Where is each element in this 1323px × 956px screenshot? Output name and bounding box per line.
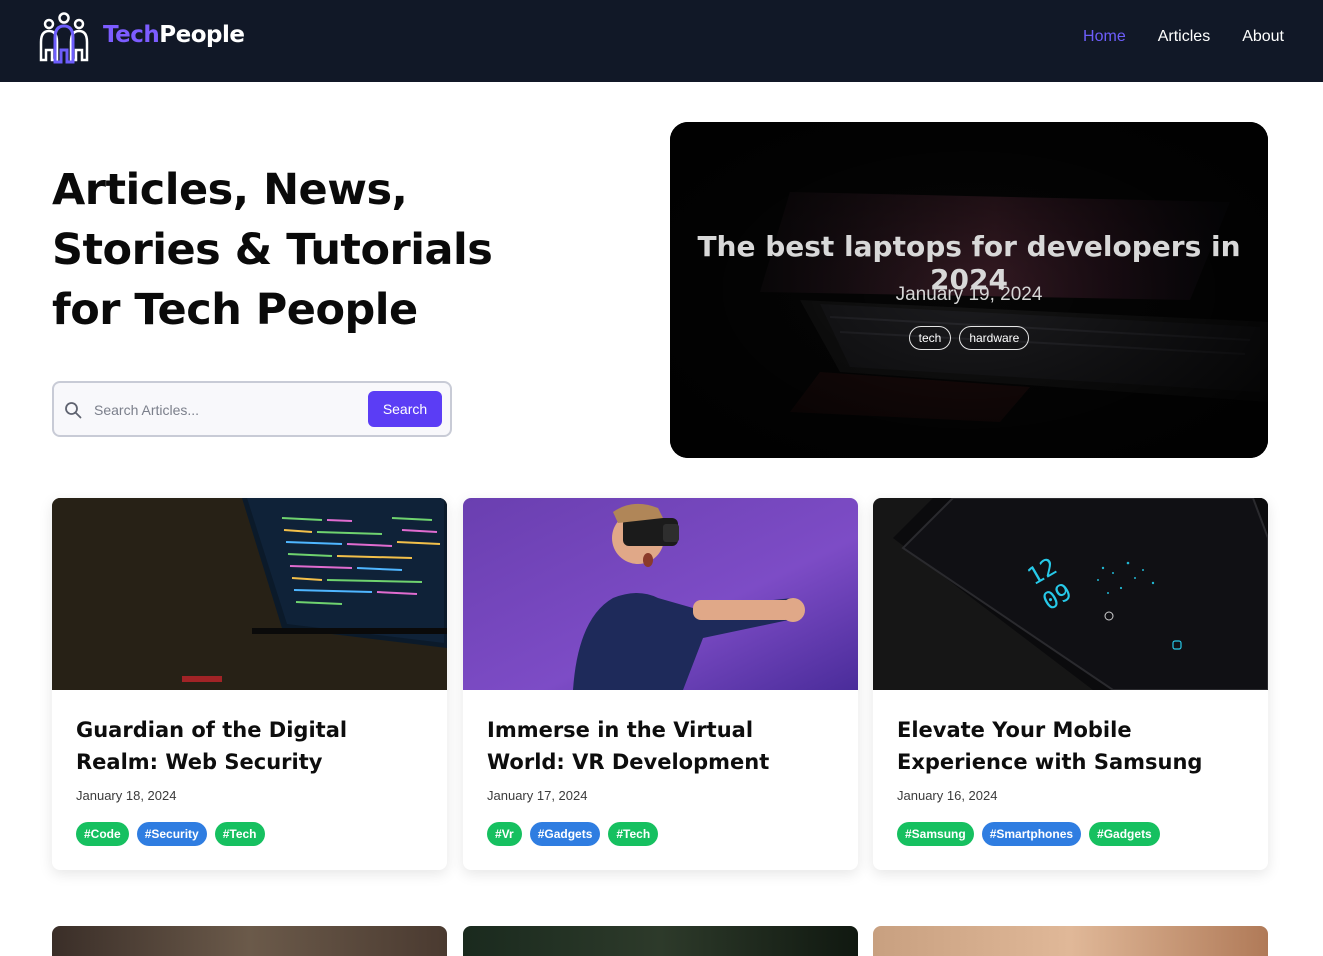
- brand-second: People: [159, 22, 245, 48]
- hero-title-line: Stories & Tutorials: [52, 225, 493, 275]
- featured-date: January 19, 2024: [895, 284, 1043, 305]
- nav-home[interactable]: Home: [1083, 28, 1126, 46]
- article-tag[interactable]: #Gadgets: [529, 822, 601, 846]
- article-date: January 18, 2024: [76, 788, 177, 803]
- article-title[interactable]: Guardian of the Digital Realm: Web Secur…: [76, 714, 426, 778]
- search-icon: [65, 402, 82, 419]
- article-card[interactable]: Guardian of the Digital Realm: Web Secur…: [52, 498, 447, 870]
- search-button[interactable]: Search: [368, 391, 442, 427]
- featured-article[interactable]: The best laptops for developers in 2024 …: [670, 122, 1268, 458]
- article-tag[interactable]: #Tech: [608, 822, 659, 846]
- nav-about[interactable]: About: [1242, 28, 1284, 46]
- search-bar: Search: [52, 381, 452, 437]
- article-image-phone: 12 09: [873, 498, 1268, 690]
- hero-title-line: for Tech People: [52, 285, 418, 335]
- logo-icon[interactable]: [38, 12, 90, 64]
- article-tag[interactable]: #Vr: [487, 822, 522, 846]
- article-card[interactable]: Immerse in the Virtual World: VR Develop…: [463, 498, 858, 870]
- article-image-code: [52, 498, 447, 690]
- article-tag[interactable]: #Smartphones: [981, 822, 1082, 846]
- nav-articles[interactable]: Articles: [1158, 28, 1210, 46]
- article-tags: #Vr #Gadgets #Tech: [487, 822, 659, 846]
- featured-tags: tech hardware: [670, 326, 1268, 350]
- featured-tag[interactable]: hardware: [959, 326, 1030, 350]
- article-tags: #Samsung #Smartphones #Gadgets: [897, 822, 1160, 846]
- article-title[interactable]: Elevate Your Mobile Experience with Sams…: [897, 714, 1247, 778]
- article-card-peek[interactable]: [873, 926, 1268, 956]
- article-tags: #Code #Security #Tech: [76, 822, 265, 846]
- brand-first: Tech: [103, 22, 160, 48]
- hero-title-line: Articles, News,: [52, 165, 408, 215]
- article-tag[interactable]: #Gadgets: [1089, 822, 1160, 846]
- article-tag[interactable]: #Code: [76, 822, 129, 846]
- featured-tag[interactable]: tech: [908, 326, 952, 350]
- top-navbar: TechPeople Home Articles About: [0, 0, 1323, 82]
- brand-name[interactable]: TechPeople: [103, 22, 245, 48]
- article-tag[interactable]: #Tech: [214, 822, 265, 846]
- article-tag[interactable]: #Security: [136, 822, 207, 846]
- article-date: January 16, 2024: [897, 788, 998, 803]
- article-image-vr: [463, 498, 858, 690]
- article-card-peek[interactable]: [52, 926, 447, 956]
- article-card[interactable]: 12 09 Elevate Your Mobile Experience wit…: [873, 498, 1268, 870]
- article-title[interactable]: Immerse in the Virtual World: VR Develop…: [487, 714, 837, 778]
- article-tag[interactable]: #Samsung: [897, 822, 974, 846]
- main-nav: Home Articles About: [1083, 28, 1284, 46]
- hero-title: Articles, News, Stories & Tutorials for …: [52, 160, 612, 340]
- article-card-peek[interactable]: [463, 926, 858, 956]
- article-date: January 17, 2024: [487, 788, 588, 803]
- search-input[interactable]: [94, 393, 364, 427]
